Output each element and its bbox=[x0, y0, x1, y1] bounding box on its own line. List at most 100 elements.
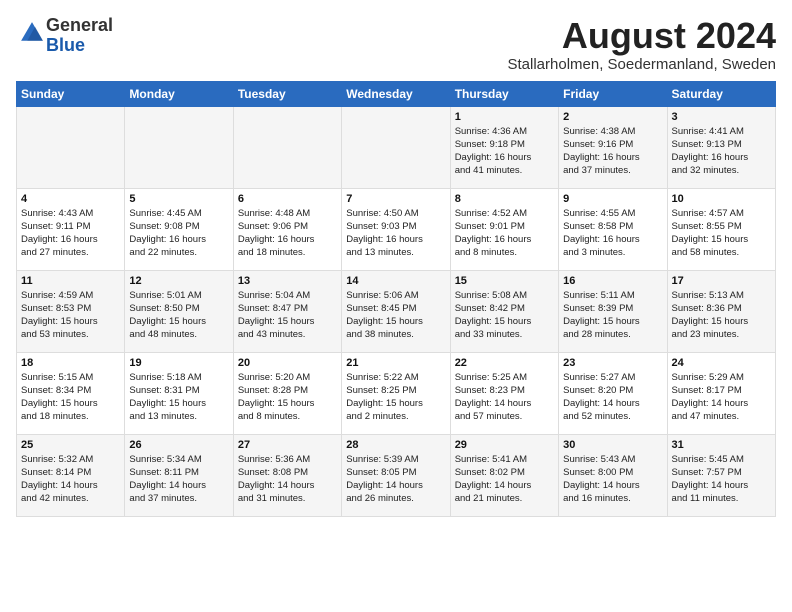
day-number: 13 bbox=[238, 275, 337, 287]
day-info: Sunrise: 5:11 AM Sunset: 8:39 PM Dayligh… bbox=[563, 289, 662, 342]
logo-blue-text: Blue bbox=[46, 35, 85, 55]
day-info: Sunrise: 4:41 AM Sunset: 9:13 PM Dayligh… bbox=[672, 125, 771, 178]
day-cell: 13 Sunrise: 5:04 AM Sunset: 8:47 PM Dayli… bbox=[233, 270, 341, 352]
day-cell: 12Sunrise: 5:01 AM Sunset: 8:50 PM Dayli… bbox=[125, 270, 233, 352]
logo-general-text: General bbox=[46, 15, 113, 35]
day-cell: 1 Sunrise: 4:36 AM Sunset: 9:18 PM Daylig… bbox=[450, 106, 558, 188]
day-info: Sunrise: 5:08 AM Sunset: 8:42 PM Dayligh… bbox=[455, 289, 554, 342]
logo-icon bbox=[18, 19, 46, 47]
week-row-4: 25Sunrise: 5:32 AM Sunset: 8:14 PM Dayli… bbox=[17, 434, 776, 516]
day-number: 1 bbox=[455, 111, 554, 123]
day-cell: 28 Sunrise: 5:39 AM Sunset: 8:05 PM Dayli… bbox=[342, 434, 450, 516]
day-info: Sunrise: 5:25 AM Sunset: 8:23 PM Dayligh… bbox=[455, 371, 554, 424]
title-block: August 2024 Stallarholmen, Soedermanland… bbox=[508, 16, 777, 73]
day-cell: 21 Sunrise: 5:22 AM Sunset: 8:25 PM Dayli… bbox=[342, 352, 450, 434]
day-number: 21 bbox=[346, 357, 445, 369]
day-info: Sunrise: 5:15 AM Sunset: 8:34 PM Dayligh… bbox=[21, 371, 120, 424]
day-number: 10 bbox=[672, 193, 771, 205]
col-tuesday: Tuesday bbox=[233, 81, 341, 106]
day-info: Sunrise: 4:55 AM Sunset: 8:58 PM Dayligh… bbox=[563, 207, 662, 260]
header-row: Sunday Monday Tuesday Wednesday Thursday… bbox=[17, 81, 776, 106]
day-number: 23 bbox=[563, 357, 662, 369]
day-cell: 22Sunrise: 5:25 AM Sunset: 8:23 PM Dayli… bbox=[450, 352, 558, 434]
day-cell: 25Sunrise: 5:32 AM Sunset: 8:14 PM Dayli… bbox=[17, 434, 125, 516]
day-cell: 26 Sunrise: 5:34 AM Sunset: 8:11 PM Dayli… bbox=[125, 434, 233, 516]
day-cell: 24Sunrise: 5:29 AM Sunset: 8:17 PM Dayli… bbox=[667, 352, 775, 434]
day-number: 28 bbox=[346, 439, 445, 451]
day-cell: 17 Sunrise: 5:13 AM Sunset: 8:36 PM Dayli… bbox=[667, 270, 775, 352]
day-number: 2 bbox=[563, 111, 662, 123]
day-cell: 29Sunrise: 5:41 AM Sunset: 8:02 PM Dayli… bbox=[450, 434, 558, 516]
day-cell: 10Sunrise: 4:57 AM Sunset: 8:55 PM Dayli… bbox=[667, 188, 775, 270]
day-info: Sunrise: 4:36 AM Sunset: 9:18 PM Dayligh… bbox=[455, 125, 554, 178]
day-cell: 7 Sunrise: 4:50 AM Sunset: 9:03 PM Daylig… bbox=[342, 188, 450, 270]
day-info: Sunrise: 5:32 AM Sunset: 8:14 PM Dayligh… bbox=[21, 453, 120, 506]
day-cell: 16 Sunrise: 5:11 AM Sunset: 8:39 PM Dayli… bbox=[559, 270, 667, 352]
week-row-3: 18Sunrise: 5:15 AM Sunset: 8:34 PM Dayli… bbox=[17, 352, 776, 434]
day-cell: 9 Sunrise: 4:55 AM Sunset: 8:58 PM Daylig… bbox=[559, 188, 667, 270]
day-number: 14 bbox=[346, 275, 445, 287]
day-cell: 11Sunrise: 4:59 AM Sunset: 8:53 PM Dayli… bbox=[17, 270, 125, 352]
day-info: Sunrise: 4:45 AM Sunset: 9:08 PM Dayligh… bbox=[129, 207, 228, 260]
day-cell: 4 Sunrise: 4:43 AM Sunset: 9:11 PM Daylig… bbox=[17, 188, 125, 270]
day-info: Sunrise: 5:04 AM Sunset: 8:47 PM Dayligh… bbox=[238, 289, 337, 342]
logo: General Blue bbox=[16, 16, 113, 56]
day-cell bbox=[125, 106, 233, 188]
day-number: 27 bbox=[238, 439, 337, 451]
day-cell: 3 Sunrise: 4:41 AM Sunset: 9:13 PM Daylig… bbox=[667, 106, 775, 188]
day-info: Sunrise: 5:13 AM Sunset: 8:36 PM Dayligh… bbox=[672, 289, 771, 342]
day-number: 15 bbox=[455, 275, 554, 287]
day-info: Sunrise: 5:27 AM Sunset: 8:20 PM Dayligh… bbox=[563, 371, 662, 424]
day-cell bbox=[342, 106, 450, 188]
col-monday: Monday bbox=[125, 81, 233, 106]
day-cell: 31 Sunrise: 5:45 AM Sunset: 7:57 PM Dayli… bbox=[667, 434, 775, 516]
header: General Blue August 2024 Stallarholmen, … bbox=[16, 16, 776, 73]
day-info: Sunrise: 4:43 AM Sunset: 9:11 PM Dayligh… bbox=[21, 207, 120, 260]
day-cell: 30 Sunrise: 5:43 AM Sunset: 8:00 PM Dayli… bbox=[559, 434, 667, 516]
week-row-0: 1 Sunrise: 4:36 AM Sunset: 9:18 PM Daylig… bbox=[17, 106, 776, 188]
day-cell bbox=[233, 106, 341, 188]
day-number: 8 bbox=[455, 193, 554, 205]
day-number: 29 bbox=[455, 439, 554, 451]
day-number: 26 bbox=[129, 439, 228, 451]
col-friday: Friday bbox=[559, 81, 667, 106]
col-wednesday: Wednesday bbox=[342, 81, 450, 106]
day-number: 3 bbox=[672, 111, 771, 123]
day-cell: 14 Sunrise: 5:06 AM Sunset: 8:45 PM Dayli… bbox=[342, 270, 450, 352]
day-info: Sunrise: 5:22 AM Sunset: 8:25 PM Dayligh… bbox=[346, 371, 445, 424]
day-number: 31 bbox=[672, 439, 771, 451]
day-info: Sunrise: 5:18 AM Sunset: 8:31 PM Dayligh… bbox=[129, 371, 228, 424]
day-number: 4 bbox=[21, 193, 120, 205]
day-info: Sunrise: 5:43 AM Sunset: 8:00 PM Dayligh… bbox=[563, 453, 662, 506]
day-cell: 5Sunrise: 4:45 AM Sunset: 9:08 PM Daylig… bbox=[125, 188, 233, 270]
day-info: Sunrise: 4:38 AM Sunset: 9:16 PM Dayligh… bbox=[563, 125, 662, 178]
day-info: Sunrise: 4:50 AM Sunset: 9:03 PM Dayligh… bbox=[346, 207, 445, 260]
day-number: 17 bbox=[672, 275, 771, 287]
day-info: Sunrise: 4:48 AM Sunset: 9:06 PM Dayligh… bbox=[238, 207, 337, 260]
day-cell: 18Sunrise: 5:15 AM Sunset: 8:34 PM Dayli… bbox=[17, 352, 125, 434]
day-cell: 19 Sunrise: 5:18 AM Sunset: 8:31 PM Dayli… bbox=[125, 352, 233, 434]
day-cell: 15 Sunrise: 5:08 AM Sunset: 8:42 PM Dayli… bbox=[450, 270, 558, 352]
day-number: 30 bbox=[563, 439, 662, 451]
day-info: Sunrise: 5:39 AM Sunset: 8:05 PM Dayligh… bbox=[346, 453, 445, 506]
col-thursday: Thursday bbox=[450, 81, 558, 106]
day-number: 6 bbox=[238, 193, 337, 205]
day-cell bbox=[17, 106, 125, 188]
week-row-1: 4 Sunrise: 4:43 AM Sunset: 9:11 PM Daylig… bbox=[17, 188, 776, 270]
day-cell: 20Sunrise: 5:20 AM Sunset: 8:28 PM Dayli… bbox=[233, 352, 341, 434]
month-title: August 2024 bbox=[508, 16, 777, 56]
day-info: Sunrise: 5:20 AM Sunset: 8:28 PM Dayligh… bbox=[238, 371, 337, 424]
day-info: Sunrise: 5:34 AM Sunset: 8:11 PM Dayligh… bbox=[129, 453, 228, 506]
day-number: 16 bbox=[563, 275, 662, 287]
day-info: Sunrise: 4:52 AM Sunset: 9:01 PM Dayligh… bbox=[455, 207, 554, 260]
day-number: 9 bbox=[563, 193, 662, 205]
day-cell: 2 Sunrise: 4:38 AM Sunset: 9:16 PM Daylig… bbox=[559, 106, 667, 188]
day-number: 11 bbox=[21, 275, 120, 287]
day-info: Sunrise: 5:45 AM Sunset: 7:57 PM Dayligh… bbox=[672, 453, 771, 506]
day-info: Sunrise: 5:06 AM Sunset: 8:45 PM Dayligh… bbox=[346, 289, 445, 342]
day-cell: 23 Sunrise: 5:27 AM Sunset: 8:20 PM Dayli… bbox=[559, 352, 667, 434]
day-number: 12 bbox=[129, 275, 228, 287]
day-number: 19 bbox=[129, 357, 228, 369]
day-cell: 6 Sunrise: 4:48 AM Sunset: 9:06 PM Daylig… bbox=[233, 188, 341, 270]
day-number: 7 bbox=[346, 193, 445, 205]
